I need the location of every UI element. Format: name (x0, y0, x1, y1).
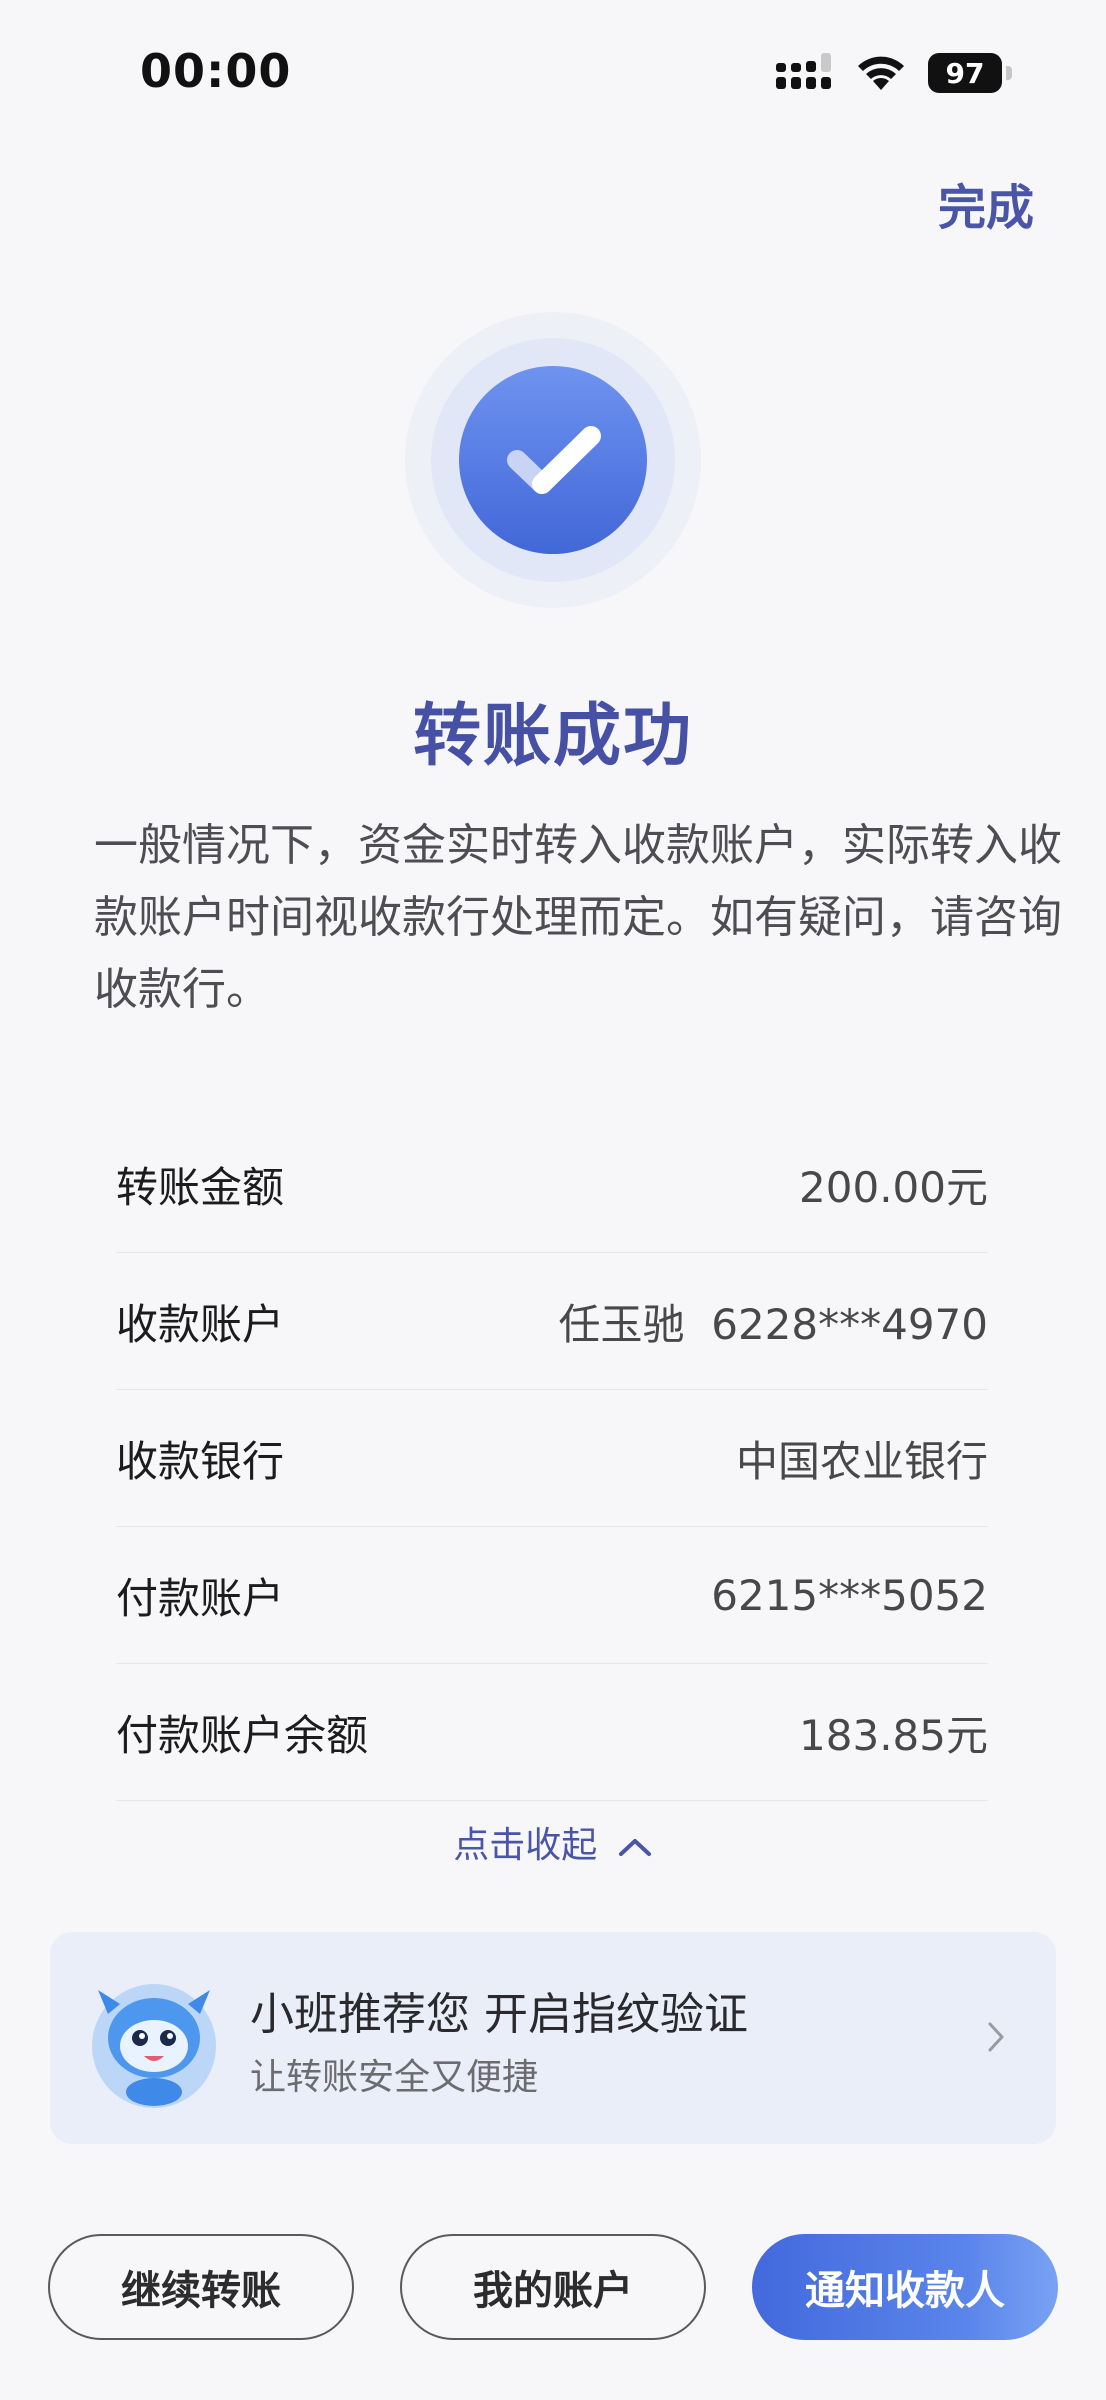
detail-row-payee-bank: 收款银行 中国农业银行 (116, 1390, 988, 1527)
detail-label: 付款账户余额 (116, 1710, 369, 1760)
detail-label: 转账金额 (116, 1162, 285, 1212)
collapse-label: 点击收起 (453, 1825, 598, 1866)
detail-label: 付款账户 (116, 1573, 285, 1623)
battery-level: 97 (945, 56, 985, 90)
my-account-button[interactable]: 我的账户 (400, 2234, 706, 2340)
signal-icon (776, 53, 831, 89)
status-icons: 97 (776, 52, 1012, 94)
detail-row-payer-balance: 付款账户余额 183.85元 (116, 1664, 988, 1801)
continue-transfer-button[interactable]: 继续转账 (48, 2234, 354, 2340)
notify-payee-button[interactable]: 通知收款人 (752, 2234, 1058, 2340)
detail-value: 200.00元 (799, 1162, 988, 1212)
collapse-details-link[interactable]: 点击收起 (0, 1816, 1106, 1868)
done-button[interactable]: 完成 (938, 168, 1034, 238)
success-title: 转账成功 (412, 697, 693, 776)
wifi-icon (858, 56, 904, 90)
detail-row-amount: 转账金额 200.00元 (116, 1116, 988, 1253)
detail-row-payer-account: 付款账户 6215***5052 (116, 1527, 988, 1664)
promo-subtitle: 让转账安全又便捷 (250, 2057, 539, 2098)
detail-label: 收款账户 (116, 1299, 285, 1349)
bottom-actions: 继续转账 我的账户 通知收款人 (48, 2234, 1058, 2340)
chevron-right-icon (988, 2022, 1004, 2052)
detail-value: 中国农业银行 (735, 1436, 988, 1486)
promo-title: 小班推荐您 开启指纹验证 (250, 1989, 748, 2040)
mascot-icon (92, 1984, 216, 2108)
battery-icon: 97 (928, 53, 1012, 93)
chevron-up-icon (618, 1839, 651, 1856)
fingerprint-promo-card[interactable]: 小班推荐您 开启指纹验证 让转账安全又便捷 (50, 1932, 1056, 2144)
check-circle-icon (405, 312, 701, 608)
transfer-notice: 一般情况下，资金实时转入收款账户，实际转入收款账户时间视收款行处理而定。如有疑问… (94, 820, 1062, 1015)
detail-label: 收款银行 (116, 1436, 285, 1486)
detail-value: 任玉驰 6228***4970 (558, 1299, 988, 1349)
detail-row-payee-account: 收款账户 任玉驰 6228***4970 (116, 1253, 988, 1390)
status-time: 00:00 (140, 44, 292, 98)
transfer-details: 转账金额 200.00元 收款账户 任玉驰 6228***4970 收款银行 中… (116, 1116, 988, 1801)
detail-value: 6215***5052 (711, 1570, 988, 1620)
status-bar: 00:00 97 (0, 0, 1106, 140)
detail-value: 183.85元 (799, 1710, 988, 1760)
